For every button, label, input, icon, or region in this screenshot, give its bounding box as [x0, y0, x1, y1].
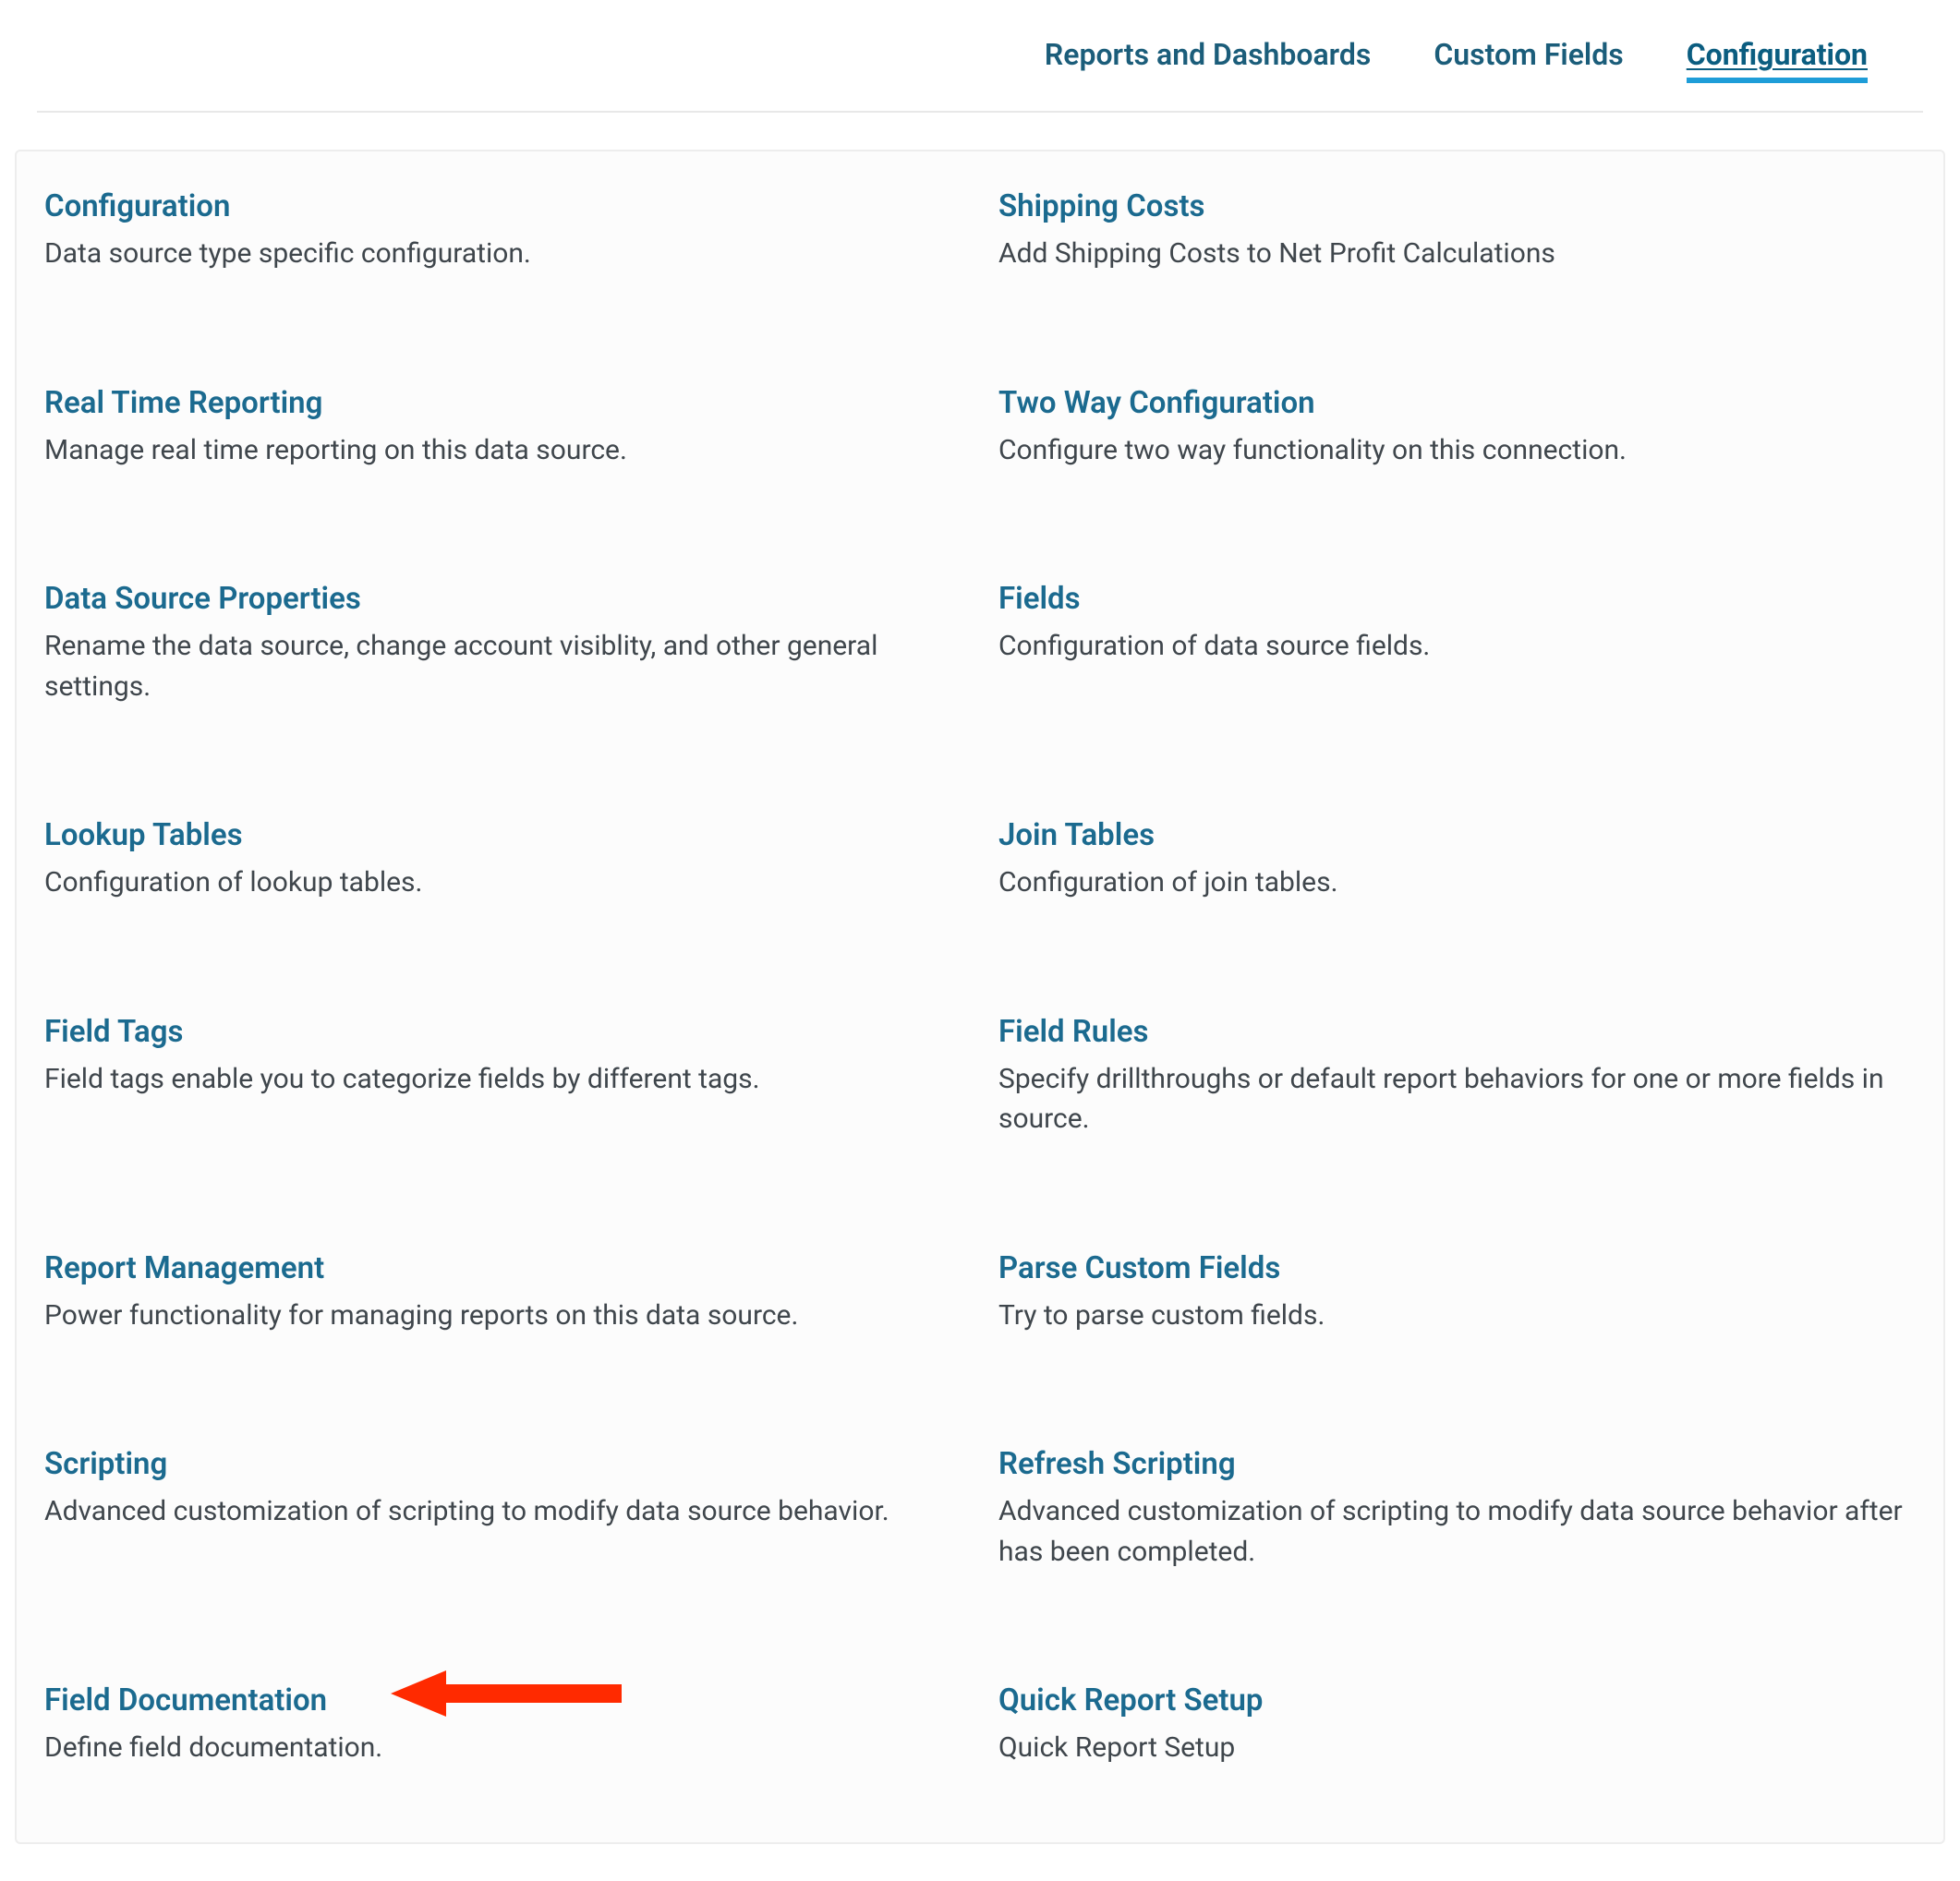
desc-shipping-costs: Add Shipping Costs to Net Profit Calcula…: [998, 234, 1916, 274]
tab-reports-and-dashboards[interactable]: Reports and Dashboards: [1045, 37, 1371, 83]
desc-parse-custom-fields: Try to parse custom fields.: [998, 1296, 1916, 1336]
link-lookup-tables[interactable]: Lookup Tables: [44, 817, 962, 853]
item-scripting: Scripting Advanced customization of scri…: [44, 1446, 962, 1572]
desc-field-documentation: Define field documentation.: [44, 1728, 962, 1768]
link-real-time-reporting[interactable]: Real Time Reporting: [44, 385, 962, 421]
link-field-rules[interactable]: Field Rules: [998, 1014, 1916, 1050]
item-parse-custom-fields: Parse Custom Fields Try to parse custom …: [998, 1250, 1916, 1336]
link-quick-report-setup[interactable]: Quick Report Setup: [998, 1682, 1916, 1718]
link-field-tags[interactable]: Field Tags: [44, 1014, 962, 1050]
desc-join-tables: Configuration of join tables.: [998, 862, 1916, 903]
desc-lookup-tables: Configuration of lookup tables.: [44, 862, 962, 903]
item-quick-report-setup: Quick Report Setup Quick Report Setup: [998, 1682, 1916, 1768]
item-shipping-costs: Shipping Costs Add Shipping Costs to Net…: [998, 188, 1916, 274]
desc-fields: Configuration of data source fields.: [998, 626, 1916, 667]
link-two-way-configuration[interactable]: Two Way Configuration: [998, 385, 1916, 421]
desc-quick-report-setup: Quick Report Setup: [998, 1728, 1916, 1768]
desc-report-management: Power functionality for managing reports…: [44, 1296, 962, 1336]
item-field-rules: Field Rules Specify drillthroughs or def…: [998, 1014, 1916, 1139]
item-field-tags: Field Tags Field tags enable you to cate…: [44, 1014, 962, 1139]
link-join-tables[interactable]: Join Tables: [998, 817, 1916, 853]
desc-two-way-configuration: Configure two way functionality on this …: [998, 430, 1916, 471]
desc-field-tags: Field tags enable you to categorize fiel…: [44, 1059, 962, 1100]
item-real-time-reporting: Real Time Reporting Manage real time rep…: [44, 385, 962, 471]
desc-field-rules: Specify drillthroughs or default report …: [998, 1059, 1916, 1139]
item-refresh-scripting: Refresh Scripting Advanced customization…: [998, 1446, 1916, 1572]
link-scripting[interactable]: Scripting: [44, 1446, 962, 1482]
link-field-documentation[interactable]: Field Documentation: [44, 1682, 962, 1718]
item-two-way-configuration: Two Way Configuration Configure two way …: [998, 385, 1916, 471]
link-data-source-properties[interactable]: Data Source Properties: [44, 581, 962, 617]
link-parse-custom-fields[interactable]: Parse Custom Fields: [998, 1250, 1916, 1286]
item-join-tables: Join Tables Configuration of join tables…: [998, 817, 1916, 903]
desc-real-time-reporting: Manage real time reporting on this data …: [44, 430, 962, 471]
item-fields: Fields Configuration of data source fiel…: [998, 581, 1916, 706]
tabs-row: Reports and Dashboards Custom Fields Con…: [37, 0, 1923, 113]
link-shipping-costs[interactable]: Shipping Costs: [998, 188, 1916, 224]
link-report-management[interactable]: Report Management: [44, 1250, 962, 1286]
item-field-documentation: Field Documentation Define field documen…: [44, 1682, 962, 1768]
tab-custom-fields[interactable]: Custom Fields: [1434, 37, 1623, 83]
desc-configuration: Data source type specific configuration.: [44, 234, 962, 274]
item-report-management: Report Management Power functionality fo…: [44, 1250, 962, 1336]
link-configuration[interactable]: Configuration: [44, 188, 962, 224]
desc-data-source-properties: Rename the data source, change account v…: [44, 626, 962, 706]
desc-refresh-scripting: Advanced customization of scripting to m…: [998, 1491, 1916, 1572]
link-refresh-scripting[interactable]: Refresh Scripting: [998, 1446, 1916, 1482]
configuration-panel: Configuration Data source type specific …: [15, 150, 1945, 1844]
tab-configuration[interactable]: Configuration: [1687, 37, 1868, 83]
item-configuration: Configuration Data source type specific …: [44, 188, 962, 274]
link-fields[interactable]: Fields: [998, 581, 1916, 617]
desc-scripting: Advanced customization of scripting to m…: [44, 1491, 962, 1532]
item-lookup-tables: Lookup Tables Configuration of lookup ta…: [44, 817, 962, 903]
item-data-source-properties: Data Source Properties Rename the data s…: [44, 581, 962, 706]
